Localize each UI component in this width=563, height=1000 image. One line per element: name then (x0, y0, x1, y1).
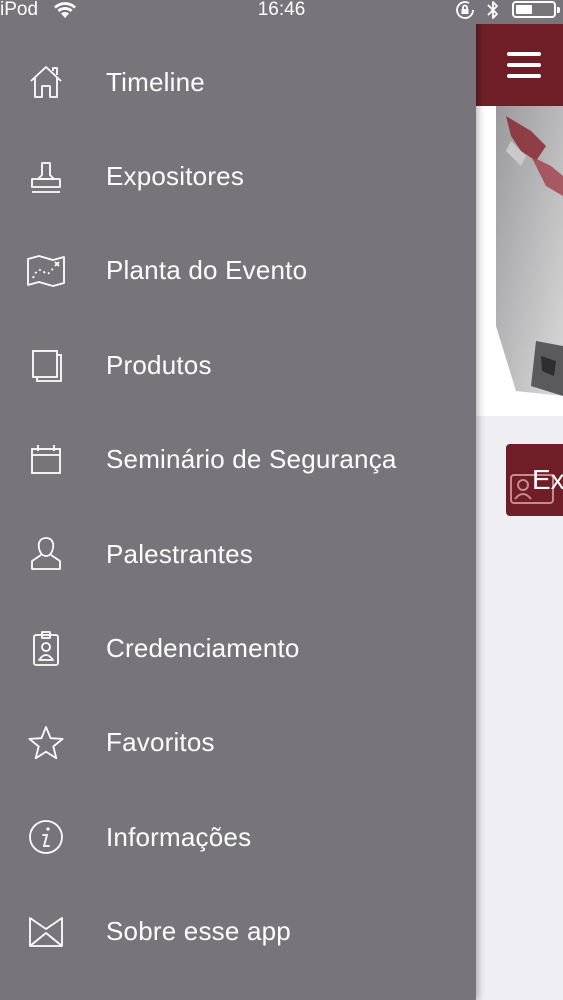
calendar-icon (26, 440, 66, 480)
menu-item-timeline[interactable]: Timeline (0, 35, 476, 129)
star-icon (26, 723, 66, 763)
home-icon (26, 62, 66, 102)
info-icon (26, 817, 66, 857)
side-drawer: Timeline Expositores Planta do Evento Pr… (0, 0, 476, 1000)
banner-image (476, 106, 563, 416)
stamp-icon (26, 157, 66, 197)
battery-icon (512, 1, 560, 18)
menu-item-seminario-de-seguranca[interactable]: Seminário de Segurança (0, 413, 476, 507)
menu-item-label: Expositores (106, 161, 245, 192)
menu-item-label: Timeline (106, 66, 205, 97)
envelope-icon (26, 912, 66, 952)
menu-item-label: Planta do Evento (106, 255, 308, 286)
menu-item-informacoes[interactable]: Informações (0, 790, 476, 884)
world-map-illustration-icon (496, 106, 563, 396)
menu-item-produtos[interactable]: Produtos (0, 318, 476, 412)
menu-item-favoritos[interactable]: Favoritos (0, 696, 476, 790)
pages-icon (26, 345, 66, 385)
menu-item-label: Credenciamento (106, 633, 300, 664)
menu-item-label: Seminário de Segurança (106, 444, 397, 475)
menu-item-label: Sobre esse app (106, 916, 291, 947)
expositores-shortcut-button[interactable]: Ex (506, 444, 563, 516)
menu-item-credenciamento[interactable]: Credenciamento (0, 601, 476, 695)
menu-item-label: Informações (106, 821, 252, 852)
drawer-menu: Timeline Expositores Planta do Evento Pr… (0, 35, 476, 979)
expositores-shortcut-label: Ex (532, 464, 563, 495)
menu-item-sobre-esse-app[interactable]: Sobre esse app (0, 885, 476, 979)
menu-item-expositores[interactable]: Expositores (0, 129, 476, 223)
map-icon (26, 251, 66, 291)
app-header (476, 24, 563, 106)
menu-item-planta-do-evento[interactable]: Planta do Evento (0, 224, 476, 318)
badge-icon (26, 629, 66, 669)
menu-item-label: Favoritos (106, 727, 215, 758)
clock-label: 16:46 (257, 0, 306, 20)
person-icon (26, 534, 66, 574)
rotation-lock-icon (454, 1, 476, 19)
menu-item-label: Produtos (106, 349, 212, 380)
menu-item-palestrantes[interactable]: Palestrantes (0, 507, 476, 601)
bluetooth-icon (486, 0, 500, 20)
status-bar: iPod 16:46 (0, 0, 563, 24)
main-content: Ex (476, 0, 563, 1000)
menu-item-label: Palestrantes (106, 538, 253, 569)
hamburger-menu-icon[interactable] (507, 52, 541, 78)
